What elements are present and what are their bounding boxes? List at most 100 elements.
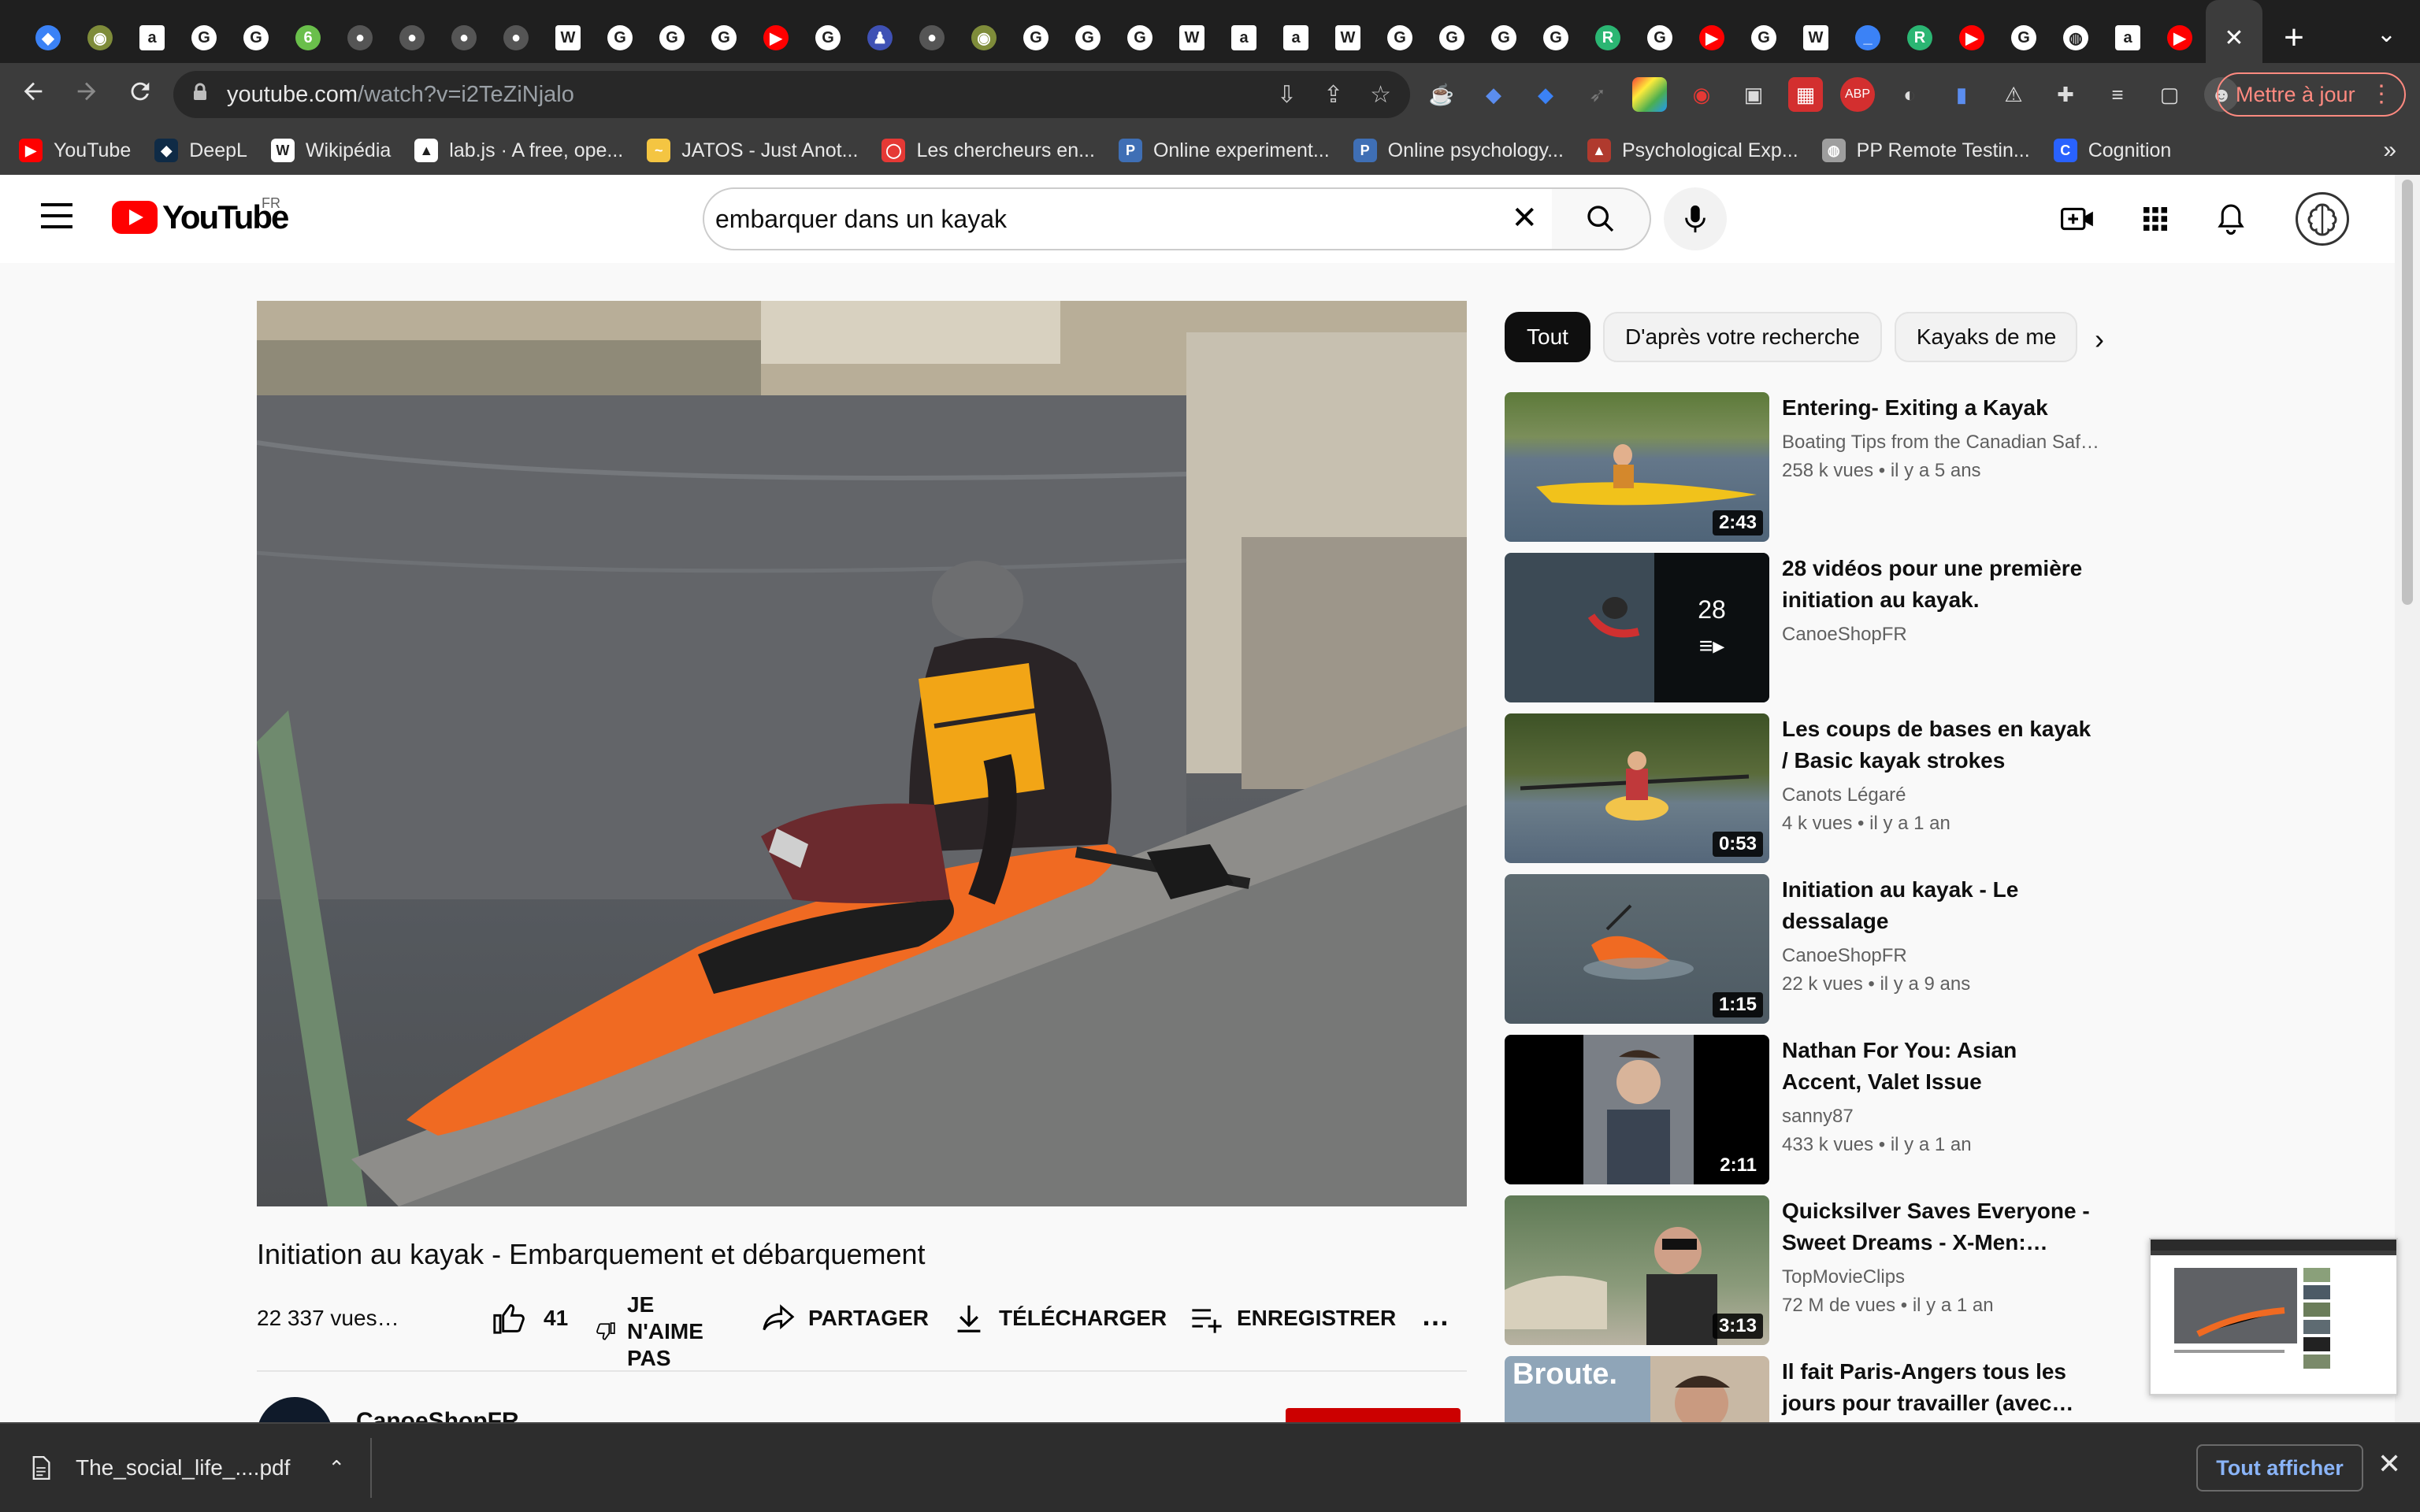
tab-search-icon[interactable]: ⌄ [2377, 20, 2396, 48]
forward-button[interactable] [60, 78, 113, 112]
github-icon: ● [347, 25, 373, 50]
download-item[interactable]: The_social_life_....pdf ⌃ [32, 1455, 345, 1480]
lock-icon[interactable] [192, 83, 208, 107]
kebab-menu-icon[interactable]: ⋮ [2370, 80, 2393, 108]
extension-icon[interactable] [1632, 77, 1667, 112]
bookmark-item[interactable]: ◆ DeepL [154, 139, 247, 162]
view-count[interactable]: 22 337 vues… [257, 1306, 399, 1331]
account-avatar[interactable] [2296, 192, 2349, 246]
extension-icon[interactable]: ▦ [1788, 77, 1823, 112]
youtube-logo[interactable]: YouTube FR [112, 195, 289, 236]
bookmark-item[interactable]: ▶ YouTube [19, 139, 131, 162]
clear-search-icon[interactable]: ✕ [1511, 200, 1538, 236]
reload-icon [131, 82, 150, 100]
bookmark-item[interactable]: ◍ PP Remote Testin... [1821, 139, 2030, 162]
extension-icon[interactable]: ☕ [1424, 77, 1459, 112]
recommendation-item[interactable]: 2:43 Entering- Exiting a Kayak Boating T… [1505, 392, 2103, 542]
share-button[interactable]: PARTAGER [761, 1303, 929, 1334]
notifications-bell-icon[interactable] [2214, 202, 2248, 236]
more-actions-button[interactable]: … [1421, 1299, 1449, 1332]
bookmark-item[interactable]: ~ JATOS - Just Anot... [647, 139, 858, 162]
install-app-icon[interactable]: ⇩ [1277, 81, 1297, 109]
omnibox-actions: ⇩ ⇪ ☆ [1277, 81, 1391, 109]
arrow-right-icon [77, 82, 96, 100]
like-button[interactable]: 41 [492, 1303, 568, 1334]
video-thumbnail[interactable]: Broute. [1505, 1356, 1769, 1422]
bookmark-label: PP Remote Testin... [1856, 139, 2030, 161]
extension-icon[interactable]: ◆ [1528, 77, 1563, 112]
media-icon[interactable]: ≡ [2100, 77, 2135, 112]
chip-all[interactable]: Tout [1505, 312, 1590, 362]
playlist-thumbnail[interactable]: 28 ≡▸ [1505, 553, 1769, 702]
extension-icon[interactable]: ◆ [1476, 77, 1511, 112]
url-text[interactable]: youtube.com/watch?v=i2TeZiNjalo [227, 82, 574, 108]
scrollbar-thumb[interactable] [2402, 180, 2413, 605]
update-button[interactable]: Mettre à jour ⋮ [2217, 72, 2406, 117]
recommendation-item[interactable]: 0:53 Les coups de bases en kayak / Basic… [1505, 713, 2103, 863]
bookmark-item[interactable]: P Online psychology... [1353, 139, 1564, 162]
extension-icon[interactable]: ⚠ [1996, 77, 2031, 112]
save-button[interactable]: ENREGISTRER [1190, 1303, 1396, 1334]
recommendation-meta: 72 M de vues • il y a 1 an [1782, 1295, 1994, 1316]
duration-badge: 3:13 [1712, 1314, 1763, 1339]
chat-icon: ◯ [882, 139, 906, 162]
url-path: /watch?v=i2TeZiNjalo [358, 81, 574, 107]
bookmark-item[interactable]: W Wikipédia [270, 139, 391, 162]
recommendation-item[interactable]: 2:11 Nathan For You: Asian Accent, Valet… [1505, 1035, 2103, 1184]
dislike-button[interactable]: JE N'AIME PAS [596, 1292, 722, 1372]
recommendation-item[interactable]: 3:13 Quicksilver Saves Everyone - Sweet … [1505, 1195, 2103, 1345]
search-button[interactable] [1552, 187, 1651, 250]
extension-icon[interactable]: ▣ [1736, 77, 1771, 112]
voice-search-button[interactable] [1664, 187, 1727, 250]
thumbs-up-icon [493, 1304, 525, 1334]
video-thumbnail[interactable]: 1:15 [1505, 874, 1769, 1024]
video-actions-bar: 22 337 vues… 41 JE N'AIME PAS PARTAGER T… [257, 1292, 1467, 1370]
recommendation-channel: CanoeShopFR [1782, 945, 1907, 966]
bookmark-label: Cognition [2088, 139, 2172, 161]
bookmark-star-icon[interactable]: ☆ [1370, 81, 1391, 109]
chevron-up-icon[interactable]: ⌃ [328, 1456, 345, 1480]
address-bar[interactable]: youtube.com/watch?v=i2TeZiNjalo ⇩ ⇪ ☆ [173, 71, 1410, 118]
extension-icon[interactable]: ➶ [1580, 77, 1615, 112]
bookmark-item[interactable]: ▲ lab.js · A free, ope... [414, 139, 623, 162]
recommendation-title: 28 vidéos pour une première initiation a… [1782, 556, 2083, 612]
bookmarks-overflow-button[interactable]: » [2383, 137, 2396, 164]
share-icon[interactable]: ⇪ [1323, 81, 1343, 109]
show-all-downloads-button[interactable]: Tout afficher [2196, 1444, 2363, 1492]
chip-sea-kayaks[interactable]: Kayaks de me [1894, 312, 2077, 362]
puzzle-icon[interactable]: ✚ [2048, 77, 2083, 112]
video-thumbnail[interactable]: 0:53 [1505, 713, 1769, 863]
chevron-right-icon[interactable]: › [2080, 320, 2119, 359]
extension-icon[interactable]: ◉ [1684, 77, 1719, 112]
apps-grid-icon[interactable] [2138, 202, 2173, 236]
video-thumbnail[interactable]: 2:43 [1505, 392, 1769, 542]
bookmark-item[interactable]: ▲ Psychological Exp... [1587, 139, 1798, 162]
search-input[interactable]: embarquer dans un kayak ✕ [703, 187, 1553, 250]
bookmark-item[interactable]: C Cognition [2053, 139, 2172, 162]
sidepanel-icon[interactable]: ▢ [2152, 77, 2187, 112]
youtube-icon: ▶ [2167, 25, 2192, 50]
microphone-icon [1685, 205, 1706, 233]
video-thumbnail[interactable]: 2:11 [1505, 1035, 1769, 1184]
recommendation-item[interactable]: 1:15 Initiation au kayak - Le dessalage … [1505, 874, 2103, 1024]
chip-from-search[interactable]: D'après votre recherche [1602, 312, 1882, 362]
adblock-icon[interactable]: ABP [1840, 77, 1875, 112]
diamond-icon: ◆ [35, 25, 61, 50]
recommendation-playlist[interactable]: 28 ≡▸ 28 vidéos pour une première initia… [1505, 553, 2103, 702]
page-scrollbar[interactable] [2395, 175, 2420, 1422]
back-button[interactable] [6, 78, 60, 112]
close-download-shelf-icon[interactable]: ✕ [2377, 1447, 2401, 1480]
create-video-icon[interactable] [2061, 202, 2095, 236]
reload-button[interactable] [113, 78, 167, 112]
extension-icon[interactable]: ▮ [1944, 77, 1979, 112]
video-thumbnail[interactable]: 3:13 [1505, 1195, 1769, 1345]
menu-icon[interactable] [41, 203, 72, 236]
recommendation-item[interactable]: Broute. Il fait Paris-Angers tous les jo… [1505, 1356, 2103, 1422]
video-player[interactable] [257, 301, 1467, 1206]
bookmark-item[interactable]: ◯ Les chercheurs en... [882, 139, 1095, 162]
extension-icon[interactable]: ◐ [1892, 77, 1927, 112]
close-icon[interactable]: ✕ [2224, 24, 2244, 52]
download-button[interactable]: TÉLÉCHARGER [955, 1303, 1167, 1334]
google-icon: G [1543, 25, 1568, 50]
bookmark-item[interactable]: P Online experiment... [1118, 139, 1330, 162]
